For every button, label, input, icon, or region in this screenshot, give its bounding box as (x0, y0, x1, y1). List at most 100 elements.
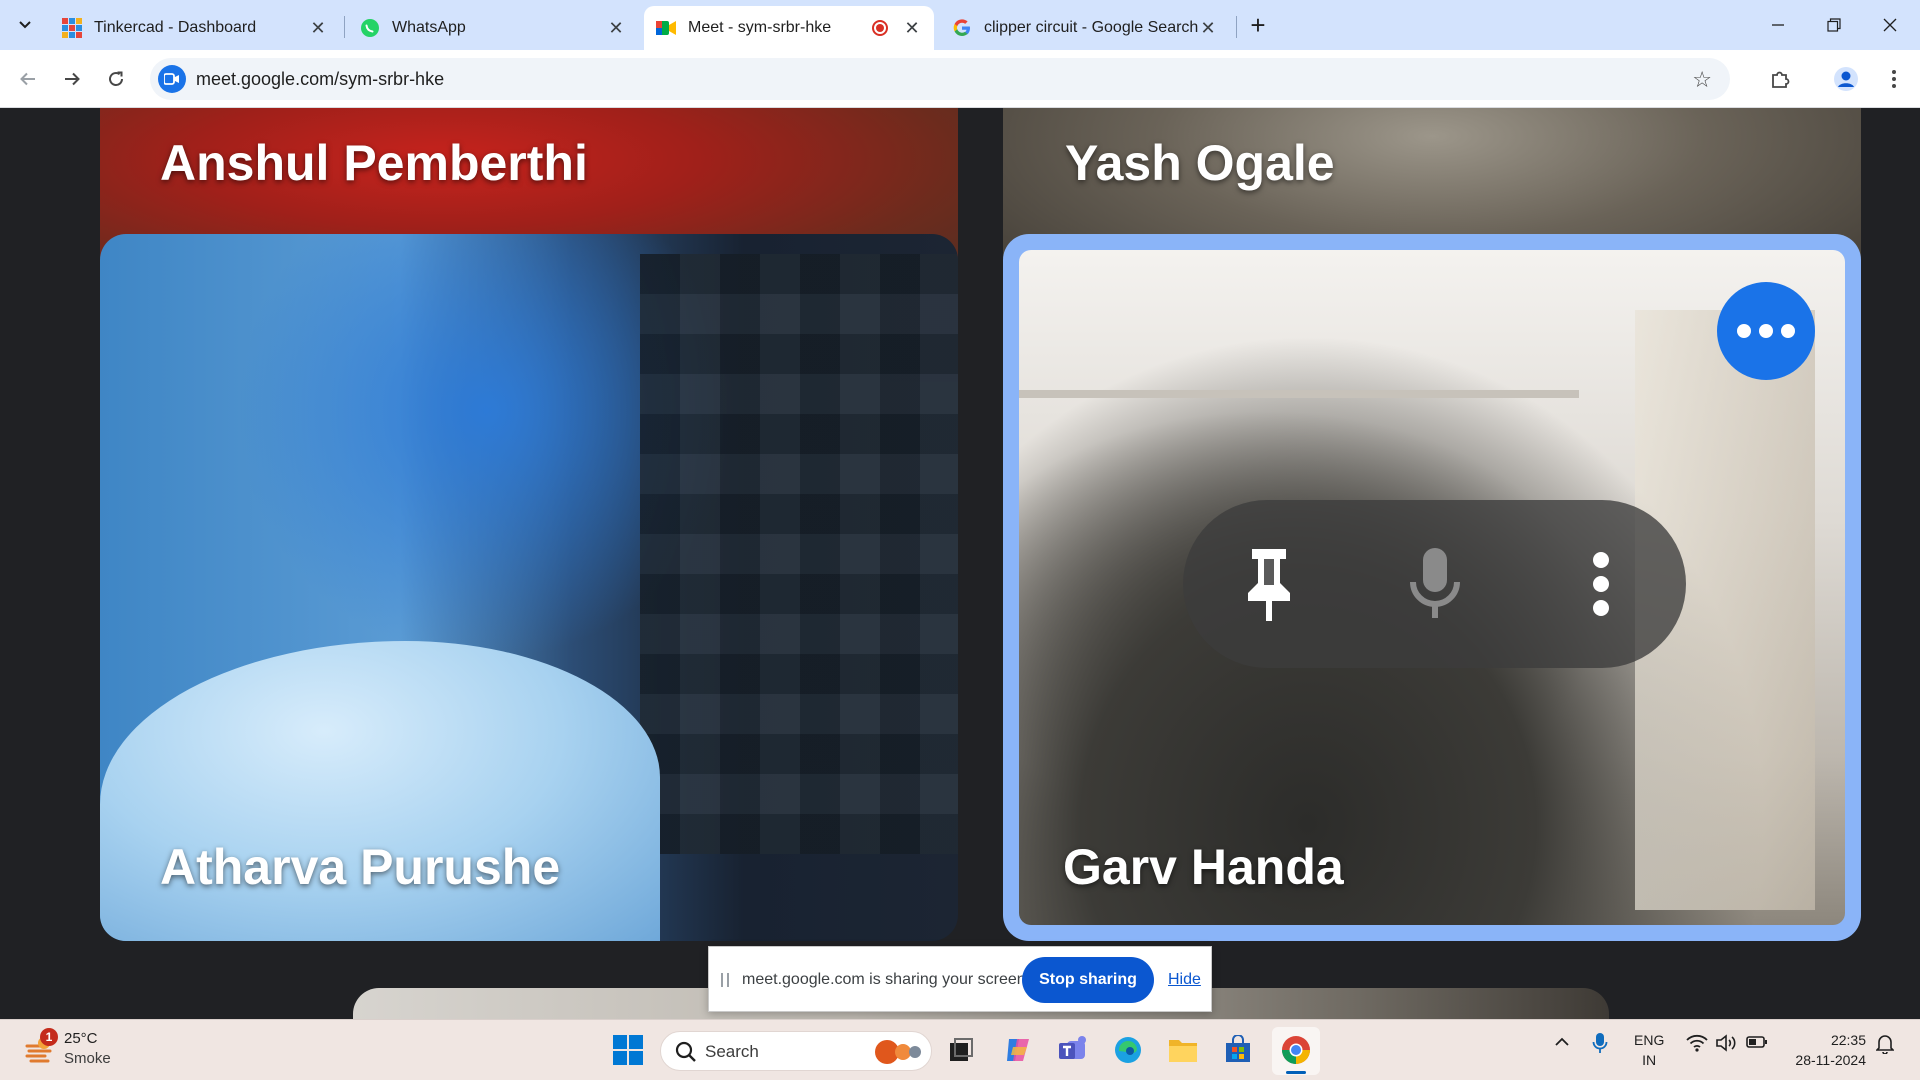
show-hidden-icons-button[interactable] (1554, 1034, 1570, 1054)
tab-title: WhatsApp (392, 19, 466, 36)
microphone-tray-button[interactable] (1592, 1032, 1608, 1058)
forward-button[interactable] (56, 63, 88, 95)
mute-participant-button[interactable] (1391, 540, 1479, 628)
browser-menu-button[interactable] (1878, 63, 1910, 95)
tab-title: Tinkercad - Dashboard (94, 19, 257, 36)
drag-handle-icon[interactable] (721, 973, 729, 987)
plus-icon: + (1250, 9, 1266, 40)
dot (1737, 324, 1751, 338)
chevron-down-icon (19, 21, 31, 29)
close-icon (1883, 18, 1897, 32)
close-icon[interactable]: ✕ (1198, 18, 1218, 38)
share-message: meet.google.com is sharing your screen. (742, 971, 1031, 988)
chevron-up-icon (1555, 1037, 1569, 1046)
teams-icon (1059, 1036, 1086, 1059)
volume-icon (1716, 1034, 1736, 1052)
microphone-icon (1410, 548, 1460, 618)
more-vert-icon (1593, 552, 1609, 616)
arrow-left-icon (20, 72, 35, 86)
search-icon (675, 1041, 696, 1062)
pin-icon (1248, 549, 1290, 621)
pin-button[interactable] (1225, 540, 1313, 628)
windows-logo-icon (613, 1035, 643, 1065)
tile-more-options-button[interactable] (1717, 282, 1815, 380)
tab-title: clipper circuit - Google Search (984, 19, 1198, 36)
browser-toolbar: meet.google.com/sym-srbr-hke ☆ (0, 50, 1920, 108)
site-info-icon[interactable] (158, 65, 186, 93)
avatar-icon (1834, 67, 1858, 91)
participant-tile[interactable]: Atharva Purushe (100, 234, 958, 941)
participant-name: Atharva Purushe (160, 839, 561, 895)
bookmark-star-icon[interactable]: ☆ (1692, 67, 1712, 93)
recording-indicator-icon (872, 20, 888, 36)
input-language-indicator[interactable]: ENG IN (1634, 1030, 1664, 1070)
new-tab-button[interactable]: + (1243, 10, 1273, 40)
notification-badge: 1 (40, 1028, 58, 1046)
tab-tinkercad[interactable]: Tinkercad - Dashboard ✕ (50, 6, 340, 50)
dot (1759, 324, 1773, 338)
edge-icon (1115, 1037, 1141, 1063)
clock-time: 22:35 (1830, 1032, 1866, 1048)
back-button[interactable] (12, 63, 44, 95)
participant-options-button[interactable] (1557, 540, 1645, 628)
reload-button[interactable] (100, 63, 132, 95)
tab-google-search[interactable]: clipper circuit - Google Search ✕ (940, 6, 1230, 50)
video-feed (100, 641, 660, 941)
video-feed: Garv Handa (1019, 250, 1845, 925)
store-button[interactable] (1218, 1030, 1258, 1070)
close-icon[interactable]: ✕ (308, 18, 328, 38)
file-explorer-button[interactable] (1163, 1030, 1203, 1070)
weather-temperature: 25°C (64, 1030, 98, 1047)
edge-button[interactable] (1108, 1030, 1148, 1070)
folder-icon (1169, 1040, 1197, 1062)
clock-date: 28-11-2024 (1795, 1052, 1866, 1068)
battery-icon (1746, 1036, 1767, 1048)
google-meet-favicon-icon (656, 18, 676, 38)
volume-button[interactable] (1716, 1034, 1738, 1056)
system-clock[interactable]: 22:35 28-11-2024 (1784, 1030, 1866, 1070)
battery-button[interactable] (1746, 1035, 1768, 1053)
tab-meet[interactable]: Meet - sym-srbr-hke ✕ (644, 6, 934, 50)
network-button[interactable] (1686, 1034, 1708, 1056)
tab-title: Meet - sym-srbr-hke (688, 19, 832, 36)
close-window-button[interactable] (1862, 0, 1918, 50)
extensions-button[interactable] (1764, 63, 1796, 95)
more-vert-icon (1892, 70, 1896, 88)
screen-share-notification: meet.google.com is sharing your screen. … (708, 946, 1212, 1012)
url-text[interactable]: meet.google.com/sym-srbr-hke (196, 69, 444, 90)
notifications-button[interactable] (1875, 1034, 1895, 1058)
start-button[interactable] (608, 1030, 648, 1070)
task-view-button[interactable] (941, 1030, 981, 1070)
microphone-icon (1592, 1033, 1608, 1053)
tab-divider (344, 16, 345, 38)
restore-button[interactable] (1806, 0, 1862, 50)
search-label: Search (705, 1042, 759, 1061)
browser-tab-strip: Tinkercad - Dashboard ✕ WhatsApp ✕ Meet … (0, 0, 1920, 50)
copilot-icon (1007, 1039, 1029, 1061)
taskbar-search[interactable]: Search (660, 1031, 932, 1071)
copilot-button[interactable] (998, 1030, 1038, 1070)
close-icon[interactable]: ✕ (902, 18, 922, 38)
puzzle-icon (1772, 71, 1790, 88)
chrome-icon (1282, 1036, 1310, 1064)
weather-widget[interactable]: 1 25°C Smoke (20, 1028, 140, 1074)
stop-sharing-button[interactable]: Stop sharing (1022, 957, 1154, 1003)
minimize-button[interactable] (1750, 0, 1806, 50)
tab-divider (1236, 16, 1237, 38)
bell-icon (1875, 1035, 1895, 1055)
close-icon[interactable]: ✕ (606, 18, 626, 38)
tab-search-button[interactable] (8, 8, 42, 42)
participant-tile-active[interactable]: Garv Handa (1003, 234, 1861, 941)
participant-name: Garv Handa (1063, 839, 1344, 895)
chrome-button[interactable] (1276, 1030, 1316, 1070)
weather-condition: Smoke (64, 1050, 111, 1067)
video-feed (1019, 390, 1579, 398)
tab-whatsapp[interactable]: WhatsApp ✕ (348, 6, 638, 50)
teams-button[interactable] (1053, 1030, 1093, 1070)
profile-button[interactable] (1830, 63, 1862, 95)
address-bar[interactable]: meet.google.com/sym-srbr-hke ☆ (150, 58, 1730, 100)
search-highlight-icon (875, 1040, 921, 1064)
dot (1781, 324, 1795, 338)
hide-link[interactable]: Hide (1168, 971, 1201, 989)
meet-grid: Anshul Pemberthi Yash Ogale Atharva Puru… (0, 108, 1920, 1019)
